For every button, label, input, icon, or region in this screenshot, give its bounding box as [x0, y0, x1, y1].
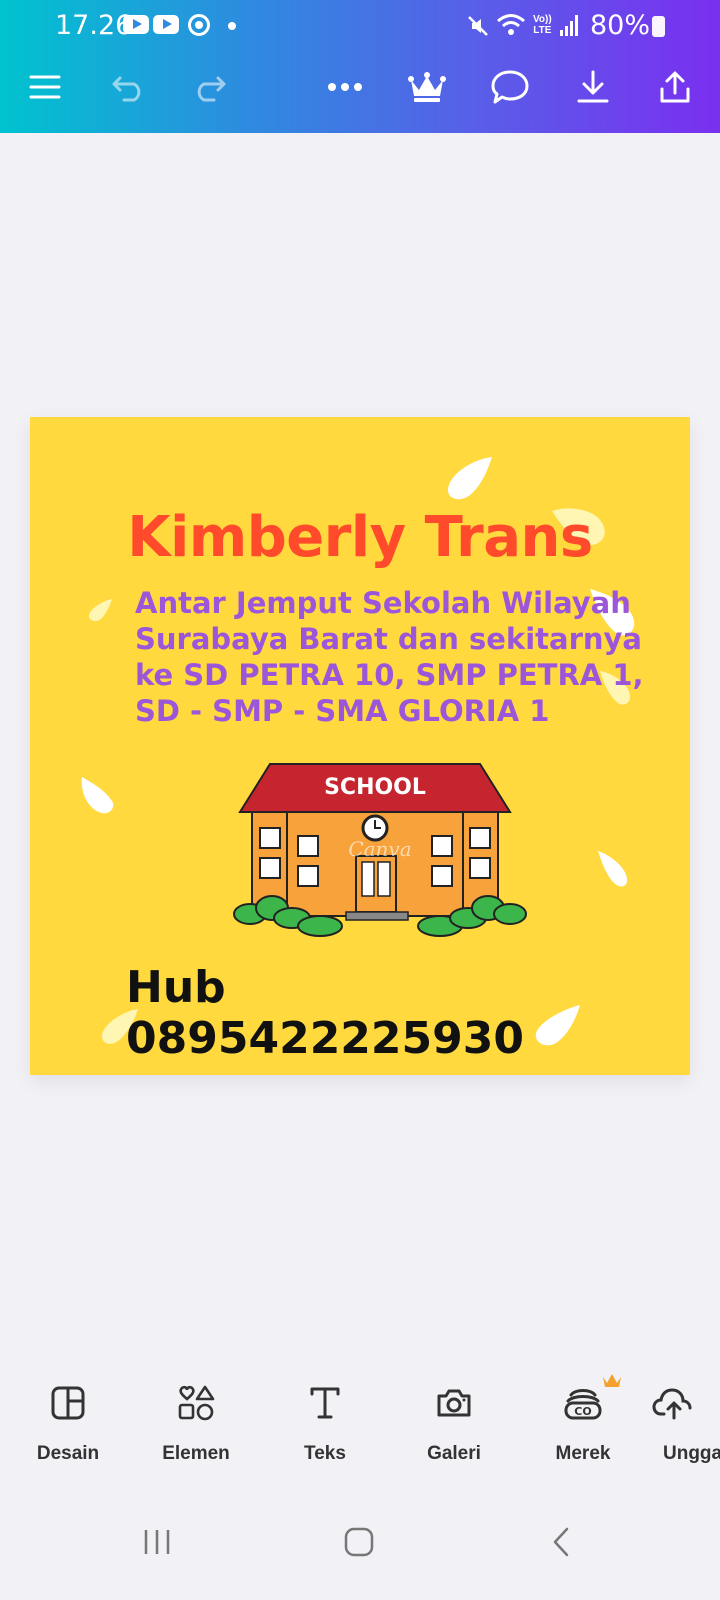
droplet-decoration	[447, 457, 492, 500]
tab-unggah[interactable]: Unggah	[648, 1378, 720, 1465]
tab-merek[interactable]: CO Merek	[523, 1374, 643, 1465]
signal-icon	[560, 14, 580, 36]
chrome-icon	[188, 14, 210, 36]
tab-label: Desain	[36, 1443, 100, 1464]
upload-cloud-icon	[648, 1378, 720, 1428]
status-time: 17.26	[55, 10, 133, 41]
youtube-icon	[153, 15, 179, 34]
tab-elemen[interactable]: Elemen	[136, 1378, 256, 1465]
school-sign: SCHOOL	[324, 775, 426, 800]
subtitle-line: Antar Jemput Sekolah Wilayah	[135, 586, 631, 620]
tab-label: Unggah	[663, 1443, 720, 1464]
tab-label: Elemen	[162, 1443, 230, 1464]
editor-toolbar	[0, 52, 720, 133]
share-icon[interactable]	[652, 64, 698, 110]
canva-watermark: Canva	[348, 837, 411, 861]
hamburger-icon[interactable]	[22, 64, 68, 110]
system-nav-bar	[0, 1488, 720, 1600]
droplet-decoration	[81, 777, 114, 814]
subtitle-line: SD - SMP - SMA GLORIA 1	[135, 694, 550, 728]
recents-icon[interactable]	[127, 1512, 187, 1572]
notification-dot-icon	[228, 22, 236, 30]
tab-label: Galeri	[427, 1443, 481, 1464]
droplet-decoration	[598, 851, 628, 887]
svg-text:CO: CO	[574, 1405, 591, 1418]
redo-icon[interactable]	[186, 64, 232, 110]
mute-icon	[468, 16, 488, 36]
wifi-icon	[497, 14, 525, 35]
youtube-icon	[123, 15, 149, 34]
subtitle-line: Surabaya Barat dan sekitarnya	[135, 622, 642, 656]
bottom-toolbar: Desain Elemen Teks Galeri CO Merek Ungga…	[0, 1374, 720, 1488]
back-icon[interactable]	[531, 1512, 591, 1572]
subtitle-line: ke SD PETRA 10, SMP PETRA 1,	[135, 658, 644, 692]
status-bar: 17.26 Vo)) LTE 80%	[0, 0, 720, 52]
layout-icon	[8, 1378, 128, 1428]
home-icon[interactable]	[329, 1512, 389, 1572]
battery-percent: 80%	[590, 10, 651, 41]
tab-desain[interactable]: Desain	[8, 1378, 128, 1465]
editor-canvas-area[interactable]: Kimberly Trans Antar Jemput Sekolah Wila…	[0, 133, 720, 1363]
volte-indicator: Vo)) LTE	[533, 14, 552, 36]
text-icon	[265, 1378, 385, 1428]
download-icon[interactable]	[570, 64, 616, 110]
undo-icon[interactable]	[106, 64, 152, 110]
crown-icon[interactable]	[404, 64, 450, 110]
design-page[interactable]: Kimberly Trans Antar Jemput Sekolah Wila…	[30, 417, 690, 1075]
design-phone[interactable]: Hub 0895422225930	[126, 962, 606, 1064]
design-subtitle[interactable]: Antar Jemput Sekolah Wilayah Surabaya Ba…	[135, 585, 644, 729]
shapes-icon	[136, 1378, 256, 1428]
camera-icon	[394, 1378, 514, 1428]
battery-icon	[652, 16, 665, 37]
tab-galeri[interactable]: Galeri	[394, 1378, 514, 1465]
school-illustration[interactable]: SCHOOL Canva	[230, 762, 530, 942]
more-icon[interactable]	[322, 64, 368, 110]
tab-teks[interactable]: Teks	[265, 1378, 385, 1465]
brand-icon: CO	[523, 1378, 643, 1428]
tab-label: Teks	[304, 1443, 346, 1464]
premium-crown-icon	[603, 1374, 621, 1387]
design-title[interactable]: Kimberly Trans	[30, 505, 690, 570]
tab-label: Merek	[555, 1443, 611, 1464]
droplet-decoration	[88, 599, 112, 622]
top-app-bar: 17.26 Vo)) LTE 80%	[0, 0, 720, 133]
comment-icon[interactable]	[487, 64, 533, 110]
